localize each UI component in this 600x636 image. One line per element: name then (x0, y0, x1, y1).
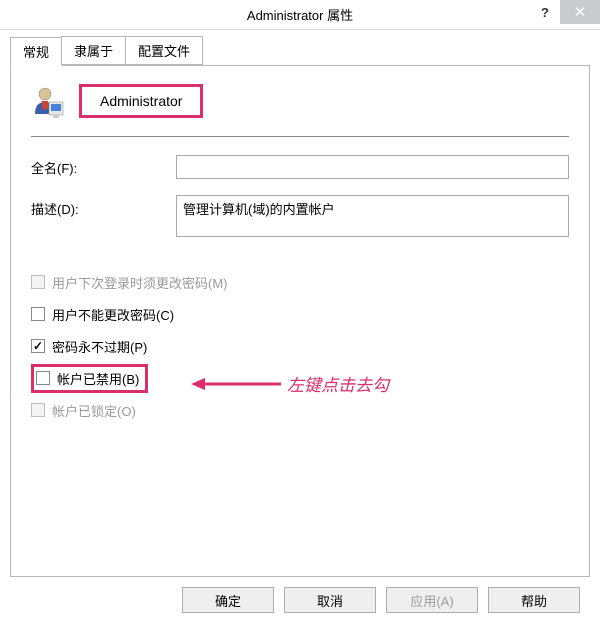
username-text: Administrator (100, 93, 182, 109)
label-never-expire: 密码永不过期(P) (52, 337, 147, 356)
cancel-button[interactable]: 取消 (284, 587, 376, 613)
chk-row-must-change: 用户下次登录时须更改密码(M) (31, 271, 569, 293)
chk-row-disabled[interactable]: 帐户已禁用(B) 左键点击去勾 (31, 367, 569, 389)
label-cannot-change: 用户不能更改密码(C) (52, 305, 174, 324)
chk-row-locked: 帐户已锁定(O) (31, 399, 569, 421)
dialog-body: 常规 隶属于 配置文件 Administrator 全名(F): (0, 30, 600, 613)
user-icon (31, 84, 65, 118)
window-controls: ? ✕ (530, 0, 600, 30)
fullname-label: 全名(F): (31, 158, 176, 177)
tab-panel-general: Administrator 全名(F): 描述(D): 用户下次登录时须更改密码… (10, 65, 590, 577)
checkbox-cannot-change[interactable] (31, 307, 45, 321)
label-disabled: 帐户已禁用(B) (57, 369, 139, 388)
checkbox-locked (31, 403, 45, 417)
apply-button[interactable]: 应用(A) (386, 587, 478, 613)
tab-memberof[interactable]: 隶属于 (61, 36, 126, 65)
fullname-input[interactable] (176, 155, 569, 179)
annotation: 左键点击去勾 (191, 371, 389, 396)
username-highlight: Administrator (79, 84, 203, 118)
help-button[interactable]: 帮助 (488, 587, 580, 613)
titlebar: Administrator 属性 ? ✕ (0, 0, 600, 30)
window-title: Administrator 属性 (247, 5, 353, 24)
tabstrip: 常规 隶属于 配置文件 (10, 36, 590, 65)
dialog-button-row: 确定 取消 应用(A) 帮助 (10, 577, 590, 613)
description-row: 描述(D): (31, 195, 569, 237)
chk-row-never-expire[interactable]: 密码永不过期(P) (31, 335, 569, 357)
disabled-highlight: 帐户已禁用(B) (31, 364, 148, 393)
fullname-row: 全名(F): (31, 155, 569, 179)
checkbox-never-expire[interactable] (31, 339, 45, 353)
chk-row-cannot-change[interactable]: 用户不能更改密码(C) (31, 303, 569, 325)
description-input[interactable] (176, 195, 569, 237)
checkbox-disabled[interactable] (36, 371, 50, 385)
description-label: 描述(D): (31, 195, 176, 218)
checkbox-must-change (31, 275, 45, 289)
checkbox-group: 用户下次登录时须更改密码(M) 用户不能更改密码(C) 密码永不过期(P) 帐户… (31, 271, 569, 421)
tab-general[interactable]: 常规 (10, 37, 62, 66)
label-must-change: 用户下次登录时须更改密码(M) (52, 273, 228, 292)
arrow-icon (191, 376, 281, 392)
label-locked: 帐户已锁定(O) (52, 401, 136, 420)
close-button[interactable]: ✕ (560, 0, 600, 24)
annotation-text: 左键点击去勾 (287, 371, 389, 396)
help-button[interactable]: ? (530, 0, 560, 24)
divider (31, 136, 569, 137)
ok-button[interactable]: 确定 (182, 587, 274, 613)
tab-profile[interactable]: 配置文件 (125, 36, 203, 65)
user-header: Administrator (31, 84, 569, 118)
